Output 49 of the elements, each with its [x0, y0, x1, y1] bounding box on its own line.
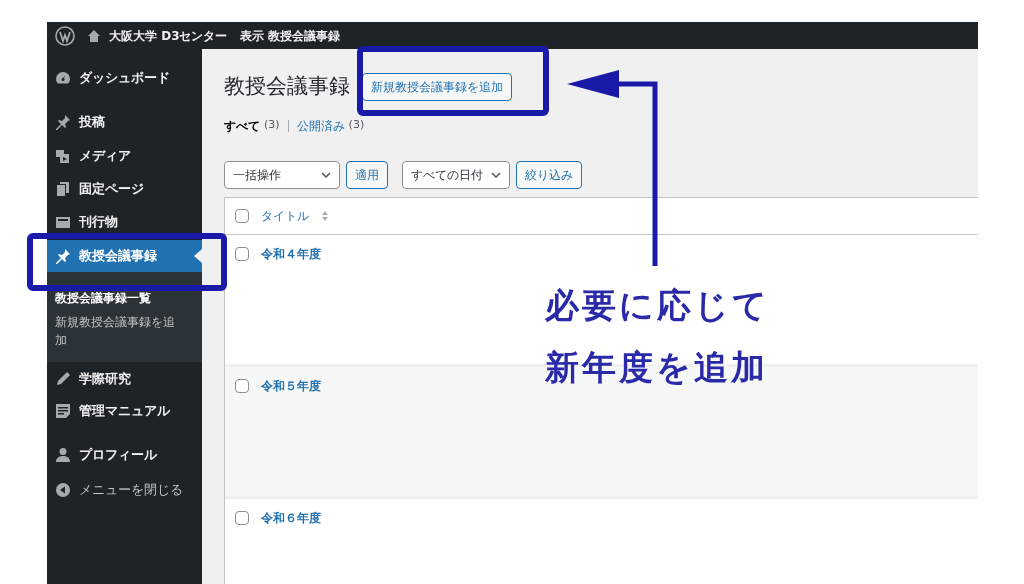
annotation-text: 必要に応じて: [545, 284, 770, 326]
sidebar-menu-item[interactable]: 学際研究: [47, 363, 202, 395]
sidebar-menu-item[interactable]: ダッシュボード: [47, 62, 202, 94]
select-all-checkbox[interactable]: [235, 208, 249, 223]
apply-button[interactable]: 適用: [346, 160, 388, 189]
home-icon: [87, 28, 101, 43]
pages-icon: [55, 181, 71, 197]
date-filter-select[interactable]: すべての日付: [402, 160, 510, 189]
sidebar-menu-item[interactable]: 固定ページ: [47, 173, 202, 205]
column-header[interactable]: タイトル: [261, 206, 309, 225]
sidebar-menu-item[interactable]: メニューを閉じる: [47, 474, 202, 506]
post-title-link[interactable]: 令和４年度: [261, 246, 321, 261]
document-icon: [55, 403, 71, 419]
media-icon: [55, 148, 71, 164]
chevron-down-icon: [321, 171, 331, 178]
view-count: (3): [264, 117, 280, 134]
pin-icon: [55, 248, 71, 264]
sidebar-menu-item[interactable]: 管理マニュアル: [47, 395, 202, 427]
view-count: (3): [348, 117, 365, 134]
row-checkbox[interactable]: [235, 378, 249, 393]
sidebar-menu-item[interactable]: 投稿: [47, 106, 202, 138]
sidebar-menu-item[interactable]: プロフィール: [47, 439, 202, 471]
user-icon: [55, 447, 71, 463]
submenu-item[interactable]: 教授会議事録一覧: [55, 286, 178, 310]
row-checkbox[interactable]: [235, 246, 249, 261]
view-filter-link[interactable]: 公開済み: [296, 116, 345, 135]
sidebar-menu-item[interactable]: 刊行物: [47, 206, 202, 238]
view-link[interactable]: 表示 教授会議事録: [239, 26, 340, 45]
view-filter-link[interactable]: すべて: [224, 116, 260, 135]
collapse-icon: [55, 482, 71, 498]
pin-icon: [55, 114, 71, 130]
post-title-link[interactable]: 令和６年度: [261, 510, 321, 525]
page-title: 教授会議事録: [224, 73, 350, 100]
annotation-text: 新年度を追加: [545, 346, 769, 388]
dashboard-icon: [55, 70, 71, 86]
wordpress-logo-icon[interactable]: [55, 25, 75, 46]
filter-button[interactable]: 絞り込み: [516, 160, 582, 189]
sidebar-menu-item[interactable]: 教授会議事録: [47, 240, 202, 272]
chevron-down-icon: [491, 171, 501, 178]
pencil-icon: [55, 371, 71, 387]
sort-icon: [321, 209, 329, 222]
submenu-item[interactable]: 新規教授会議事録を追加: [55, 310, 178, 352]
book-icon: [55, 214, 71, 230]
post-title-link[interactable]: 令和５年度: [261, 378, 321, 393]
row-checkbox[interactable]: [235, 510, 249, 525]
sidebar-menu-item[interactable]: メディア: [47, 140, 202, 172]
add-new-button[interactable]: 新規教授会議事録を追加: [362, 72, 512, 101]
bulk-action-select[interactable]: 一括操作: [224, 160, 340, 189]
site-name-link[interactable]: 大阪大学 D3センター: [109, 26, 228, 45]
